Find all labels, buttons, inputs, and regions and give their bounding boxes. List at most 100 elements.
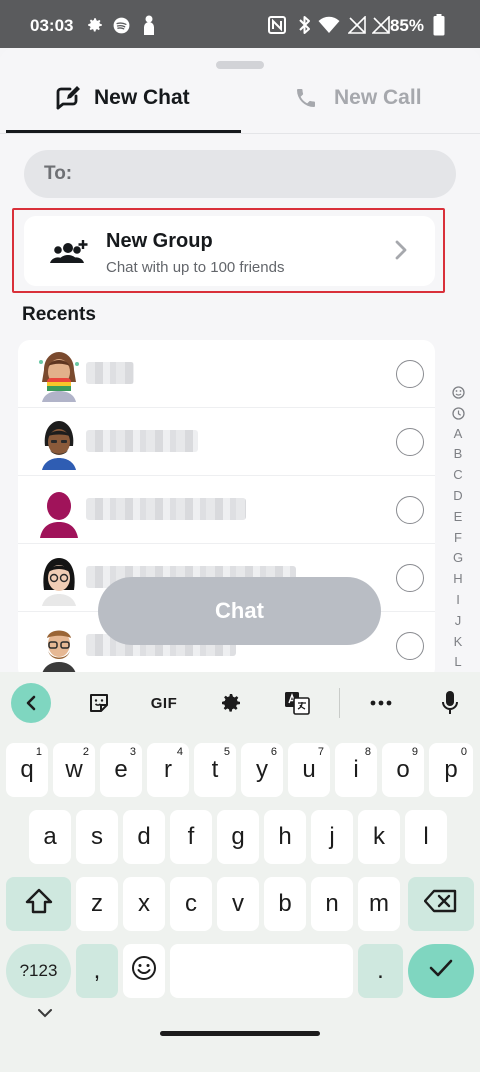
- symbols-key[interactable]: ?123: [6, 944, 71, 998]
- no-signal-icon: [370, 14, 392, 36]
- highlight-box: [12, 208, 445, 293]
- index-letter[interactable]: I: [456, 590, 460, 611]
- bitmoji-avatar: [34, 416, 84, 470]
- recents-heading: Recents: [22, 304, 96, 325]
- key-m[interactable]: m: [358, 877, 400, 931]
- key-z[interactable]: z: [76, 877, 118, 931]
- compose-icon: [54, 84, 82, 112]
- tab-divider: [0, 133, 480, 134]
- index-letter[interactable]: D: [453, 486, 462, 507]
- key-l[interactable]: l: [405, 810, 447, 864]
- key-q[interactable]: q1: [6, 743, 48, 797]
- key-c[interactable]: c: [170, 877, 212, 931]
- tab-label: New Call: [334, 86, 422, 109]
- key-f[interactable]: f: [170, 810, 212, 864]
- emoji-key[interactable]: [123, 944, 165, 998]
- clock-icon[interactable]: [451, 403, 465, 424]
- gear-icon: [84, 14, 106, 36]
- key-d[interactable]: d: [123, 810, 165, 864]
- wifi-icon: [318, 14, 340, 36]
- key-x[interactable]: x: [123, 877, 165, 931]
- comma-key[interactable]: ,: [76, 944, 118, 998]
- key-s[interactable]: s: [76, 810, 118, 864]
- list-item[interactable]: [18, 408, 435, 476]
- key-j[interactable]: j: [311, 810, 353, 864]
- tab-label: New Chat: [94, 86, 190, 109]
- chevron-down-icon[interactable]: [36, 1006, 54, 1024]
- key-b[interactable]: b: [264, 877, 306, 931]
- index-letter[interactable]: L: [454, 652, 461, 672]
- backspace-key[interactable]: [408, 877, 474, 931]
- soft-keyboard: GIF q1 w2 e3 r4 t5 y6 u7 i8 o9 p0 a s d …: [0, 672, 480, 1072]
- index-letter[interactable]: H: [453, 569, 462, 590]
- alphabet-index[interactable]: A B C D E F G H I J K L: [448, 382, 468, 672]
- index-letter[interactable]: A: [454, 424, 463, 445]
- tab-new-call[interactable]: New Call: [294, 76, 422, 120]
- battery-percent: 85%: [389, 16, 424, 35]
- gesture-nav-bar[interactable]: [160, 1031, 320, 1036]
- sticker-icon[interactable]: [84, 688, 114, 718]
- key-a[interactable]: a: [29, 810, 71, 864]
- microphone-icon[interactable]: [436, 688, 464, 718]
- select-radio[interactable]: [396, 564, 424, 592]
- key-e[interactable]: e3: [100, 743, 142, 797]
- key-u[interactable]: u7: [288, 743, 330, 797]
- bitmoji-avatar: [34, 620, 84, 672]
- key-h[interactable]: h: [264, 810, 306, 864]
- tab-new-chat[interactable]: New Chat: [54, 76, 190, 120]
- gear-icon[interactable]: [216, 688, 246, 718]
- index-letter[interactable]: G: [453, 548, 463, 569]
- key-y[interactable]: y6: [241, 743, 283, 797]
- list-item[interactable]: [18, 340, 435, 408]
- key-p[interactable]: p0: [429, 743, 473, 797]
- index-letter[interactable]: J: [455, 611, 462, 632]
- key-v[interactable]: v: [217, 877, 259, 931]
- list-item[interactable]: [18, 476, 435, 544]
- key-w[interactable]: w2: [53, 743, 95, 797]
- person-icon: [138, 14, 160, 36]
- bitmoji-avatar: [34, 348, 84, 402]
- backspace-icon: [423, 889, 458, 920]
- recipient-search-field[interactable]: To:: [24, 150, 456, 198]
- select-radio[interactable]: [396, 632, 424, 660]
- status-time: 03:03: [30, 16, 74, 35]
- period-key[interactable]: .: [358, 944, 403, 998]
- more-options-icon[interactable]: [366, 688, 396, 718]
- key-r[interactable]: r4: [147, 743, 189, 797]
- smiley-icon[interactable]: [451, 382, 465, 403]
- select-radio[interactable]: [396, 360, 424, 388]
- key-o[interactable]: o9: [382, 743, 424, 797]
- key-t[interactable]: t5: [194, 743, 236, 797]
- select-radio[interactable]: [396, 496, 424, 524]
- default-avatar: [34, 484, 84, 538]
- space-key[interactable]: [170, 944, 353, 998]
- spotify-icon: [110, 14, 132, 36]
- shift-icon: [25, 888, 53, 921]
- status-bar: 03:03 85%: [0, 0, 480, 48]
- key-k[interactable]: k: [358, 810, 400, 864]
- nfc-icon: [266, 14, 288, 36]
- bluetooth-icon: [294, 14, 316, 36]
- index-letter[interactable]: B: [454, 444, 463, 465]
- gif-button[interactable]: GIF: [146, 688, 182, 718]
- key-n[interactable]: n: [311, 877, 353, 931]
- index-letter[interactable]: C: [453, 465, 462, 486]
- emoji-icon: [131, 955, 157, 988]
- check-icon: [428, 957, 454, 985]
- sheet-drag-handle[interactable]: [216, 61, 264, 69]
- enter-key[interactable]: [408, 944, 474, 998]
- translate-icon[interactable]: [282, 688, 312, 718]
- redacted-name: [86, 430, 198, 452]
- shift-key[interactable]: [6, 877, 71, 931]
- keyboard-back-button[interactable]: [11, 683, 51, 723]
- index-letter[interactable]: K: [454, 632, 463, 653]
- key-g[interactable]: g: [217, 810, 259, 864]
- index-letter[interactable]: F: [454, 528, 462, 549]
- chat-button[interactable]: Chat: [98, 577, 381, 645]
- key-i[interactable]: i8: [335, 743, 377, 797]
- select-radio[interactable]: [396, 428, 424, 456]
- index-letter[interactable]: E: [454, 507, 463, 528]
- no-signal-icon: [346, 14, 368, 36]
- to-label: To:: [44, 163, 73, 184]
- battery-icon: [428, 14, 450, 36]
